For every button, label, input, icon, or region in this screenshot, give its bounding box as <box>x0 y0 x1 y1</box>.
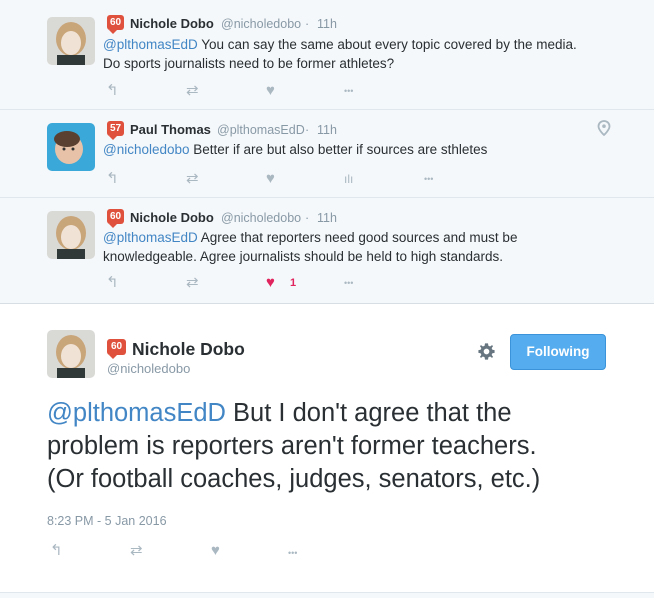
tweet-text-line1: Agree that reporters need good sources a… <box>197 230 518 245</box>
detail-timestamp[interactable]: 8:23 PM - 5 Jan 2016 <box>47 514 167 528</box>
retweet-icon[interactable]: ⇄ <box>186 275 199 291</box>
tweet-text: @nicholedobo Better if are but also bett… <box>103 140 487 159</box>
tweet-text-line1: You can say the same about every topic c… <box>197 37 577 52</box>
score-badge: 60 <box>107 339 126 359</box>
more-icon[interactable]: ••• <box>288 545 297 561</box>
tweet-time[interactable]: 11h <box>317 123 337 137</box>
author-name[interactable]: Nichole Dobo <box>130 16 214 31</box>
reply-icon[interactable]: ↰ <box>106 83 119 99</box>
reply-icon[interactable]: ↰ <box>106 275 119 291</box>
separator-dot: · <box>305 123 310 137</box>
reply-icon[interactable]: ↰ <box>106 171 119 187</box>
analytics-icon[interactable]: ılı <box>344 171 353 187</box>
more-icon[interactable]: ••• <box>344 83 353 99</box>
like-count: 1 <box>290 277 297 289</box>
like-icon[interactable]: ♥ <box>211 543 220 559</box>
avatar[interactable] <box>47 17 95 65</box>
avatar[interactable] <box>47 211 95 259</box>
score-badge: 60 <box>107 15 124 34</box>
like-icon[interactable]: ♥ <box>266 83 275 99</box>
detail-text-line1: But I don't agree that the <box>225 399 512 427</box>
detail-text-line3: (Or football coaches, judges, senators, … <box>47 465 541 493</box>
score-badge: 57 <box>107 121 124 140</box>
retweet-icon[interactable]: ⇄ <box>186 83 199 99</box>
mention-link[interactable]: @nicholedobo <box>103 142 190 157</box>
tweet-text-line2: Do sports journalists need to be former … <box>103 56 395 71</box>
mention-link[interactable]: @plthomasEdD <box>103 230 198 245</box>
author-handle[interactable]: @nicholedobo <box>221 17 301 31</box>
tweet-time[interactable]: 11h <box>317 17 337 31</box>
tweet-text: @plthomasEdD You can say the same about … <box>103 35 577 73</box>
author-name[interactable]: Nichole Dobo <box>130 210 214 225</box>
reply-tweet-3[interactable]: 60 Nichole Dobo @nicholedobo · 11h @plth… <box>0 198 654 304</box>
more-icon[interactable]: ••• <box>344 275 353 291</box>
tweet-text-line1: Better if are but also better if sources… <box>189 142 488 157</box>
author-handle[interactable]: @plthomasEdD <box>217 123 305 137</box>
mention-link[interactable]: @plthomasEdD <box>103 37 198 52</box>
more-icon[interactable]: ••• <box>424 171 433 187</box>
gear-icon[interactable] <box>477 342 496 361</box>
like-icon[interactable]: ♥ <box>266 171 275 187</box>
reply-tweet-1[interactable]: 60 Nichole Dobo @nicholedobo · 11h @plth… <box>0 0 654 110</box>
separator-dot: · <box>305 211 310 225</box>
divider <box>0 592 654 598</box>
mention-link[interactable]: @plthomasEdD <box>47 399 226 427</box>
reply-icon[interactable]: ↰ <box>50 543 63 559</box>
retweet-icon[interactable]: ⇄ <box>186 171 199 187</box>
avatar[interactable] <box>47 123 95 171</box>
separator-dot: · <box>305 17 310 31</box>
location-pin-icon[interactable] <box>597 120 611 136</box>
detail-author-handle[interactable]: @nicholedobo <box>107 361 190 376</box>
tweet-text: @plthomasEdD Agree that reporters need g… <box>103 228 517 266</box>
score-badge: 60 <box>107 209 124 228</box>
detail-avatar[interactable] <box>47 330 95 378</box>
author-name[interactable]: Paul Thomas <box>130 122 211 137</box>
detail-tweet-text: @plthomasEdD But I don't agree that the … <box>47 397 540 496</box>
detail-author-name[interactable]: Nichole Dobo <box>132 339 245 360</box>
detail-text-line2: problem is reporters aren't former teach… <box>47 432 537 460</box>
following-button[interactable]: Following <box>510 334 606 370</box>
author-handle[interactable]: @nicholedobo <box>221 211 301 225</box>
like-icon[interactable]: ♥ <box>266 275 275 291</box>
tweet-text-line2: knowledgeable. Agree journalists should … <box>103 249 504 264</box>
tweet-time[interactable]: 11h <box>317 211 337 225</box>
retweet-icon[interactable]: ⇄ <box>130 543 143 559</box>
reply-tweet-2[interactable]: 57 Paul Thomas @plthomasEdD · 11h @nicho… <box>0 110 654 198</box>
